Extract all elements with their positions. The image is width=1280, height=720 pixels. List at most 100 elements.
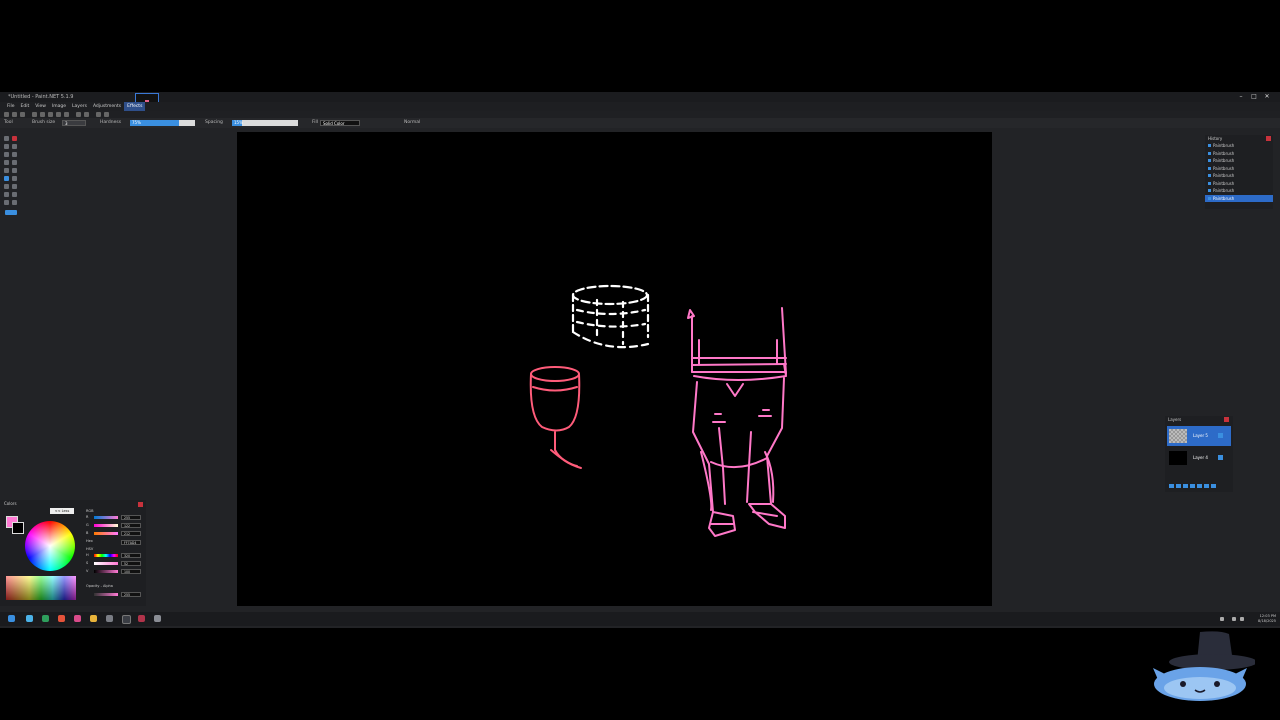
edge-icon[interactable] xyxy=(26,615,33,622)
cut-icon[interactable] xyxy=(32,112,37,117)
magic-wand-icon[interactable] xyxy=(4,160,9,165)
ellipse-select-icon[interactable] xyxy=(4,152,9,157)
paintdotnet-taskbar-icon[interactable] xyxy=(122,615,131,624)
menu-edit[interactable]: Edit xyxy=(18,102,33,111)
blue-slider[interactable] xyxy=(94,532,118,535)
hue-slider[interactable] xyxy=(94,554,118,557)
hue-value[interactable]: 320 xyxy=(121,553,141,558)
close-layers-icon[interactable] xyxy=(1224,417,1229,422)
grid-icon[interactable] xyxy=(96,112,101,117)
saturation-value[interactable]: 52 xyxy=(121,561,141,566)
shapes-icon[interactable] xyxy=(12,200,17,205)
chrome-icon[interactable] xyxy=(42,615,49,622)
green-slider[interactable] xyxy=(94,524,118,527)
history-item[interactable]: Paintbrush xyxy=(1205,142,1273,150)
layer-row[interactable]: Layer 4 xyxy=(1167,448,1231,468)
value-slider[interactable] xyxy=(94,570,118,573)
drawing-canvas[interactable] xyxy=(237,132,992,606)
history-item-selected[interactable]: Paintbrush xyxy=(1205,194,1273,202)
history-item[interactable]: Paintbrush xyxy=(1205,187,1273,195)
line-icon[interactable] xyxy=(4,200,9,205)
minimize-button[interactable]: – xyxy=(1238,94,1244,100)
spacing-slider[interactable]: 15% xyxy=(232,120,298,126)
layer-visibility-checkbox[interactable] xyxy=(1218,433,1223,438)
redo-icon[interactable] xyxy=(84,112,89,117)
ruler-icon[interactable] xyxy=(104,112,109,117)
paintbrush-icon[interactable] xyxy=(4,176,9,181)
color-palette[interactable] xyxy=(6,576,76,600)
text-icon[interactable] xyxy=(12,192,17,197)
red-value[interactable]: 255 xyxy=(121,515,141,520)
value-value[interactable]: 100 xyxy=(121,569,141,574)
red-slider[interactable] xyxy=(94,516,118,519)
open-icon[interactable] xyxy=(12,112,17,117)
history-item[interactable]: Paintbrush xyxy=(1205,165,1273,173)
blend-mode-dropdown[interactable]: Normal xyxy=(404,118,420,128)
app-icon[interactable] xyxy=(106,615,113,622)
saturation-slider[interactable] xyxy=(94,562,118,565)
fill-dropdown[interactable]: Solid Color xyxy=(320,120,360,126)
eraser-icon[interactable] xyxy=(12,176,17,181)
pan-icon[interactable] xyxy=(12,160,17,165)
close-history-icon[interactable] xyxy=(1266,136,1271,141)
app-icon[interactable] xyxy=(138,615,145,622)
close-colors-icon[interactable] xyxy=(138,502,143,507)
crop-icon[interactable] xyxy=(56,112,61,117)
color-picker-icon[interactable] xyxy=(5,210,17,215)
gradient-icon[interactable] xyxy=(12,168,17,173)
menu-view[interactable]: View xyxy=(32,102,49,111)
color-wheel[interactable] xyxy=(25,521,75,571)
new-icon[interactable] xyxy=(4,112,9,117)
move-selection-icon[interactable] xyxy=(4,136,9,141)
network-icon[interactable] xyxy=(1232,617,1236,621)
close-tools-icon[interactable] xyxy=(12,136,17,141)
zoom-icon[interactable] xyxy=(12,152,17,157)
menu-adjustments[interactable]: Adjustments xyxy=(90,102,124,111)
undo-icon[interactable] xyxy=(76,112,81,117)
alpha-slider[interactable] xyxy=(94,593,118,596)
secondary-color-swatch[interactable] xyxy=(12,522,24,534)
tray-chevron-icon[interactable] xyxy=(1220,617,1224,621)
volume-icon[interactable] xyxy=(1240,617,1244,621)
history-item[interactable]: Paintbrush xyxy=(1205,157,1273,165)
start-icon[interactable] xyxy=(8,615,15,622)
clone-stamp-icon[interactable] xyxy=(12,184,17,189)
recolor-icon[interactable] xyxy=(4,192,9,197)
paste-icon[interactable] xyxy=(48,112,53,117)
merge-layer-icon[interactable] xyxy=(1190,484,1195,488)
duplicate-layer-icon[interactable] xyxy=(1183,484,1188,488)
move-down-icon[interactable] xyxy=(1204,484,1209,488)
pencil-icon[interactable] xyxy=(4,184,9,189)
system-clock[interactable]: 12:03 PM 8/18/2025 xyxy=(1252,614,1276,623)
app-icon[interactable] xyxy=(154,615,161,622)
layer-properties-icon[interactable] xyxy=(1211,484,1216,488)
layer-visibility-checkbox[interactable] xyxy=(1218,455,1223,460)
history-item[interactable]: Paintbrush xyxy=(1205,172,1273,180)
add-layer-icon[interactable] xyxy=(1169,484,1174,488)
green-value[interactable]: 122 xyxy=(121,523,141,528)
blue-value[interactable]: 212 xyxy=(121,531,141,536)
app-icon[interactable] xyxy=(58,615,65,622)
hardness-slider[interactable]: 75% xyxy=(130,120,195,126)
brush-size-field[interactable]: 3 xyxy=(62,120,86,126)
menu-image[interactable]: Image xyxy=(49,102,69,111)
menu-file[interactable]: File xyxy=(4,102,18,111)
lasso-select-icon[interactable] xyxy=(12,144,17,149)
deselect-icon[interactable] xyxy=(64,112,69,117)
menu-effects[interactable]: Effects xyxy=(124,102,146,111)
layer-row[interactable]: Layer 5 xyxy=(1167,426,1231,446)
history-item[interactable]: Paintbrush xyxy=(1205,150,1273,158)
history-item[interactable]: Paintbrush xyxy=(1205,180,1273,188)
rectangle-select-icon[interactable] xyxy=(4,144,9,149)
hex-value[interactable]: FF7AD4 xyxy=(121,540,141,545)
alpha-value[interactable]: 255 xyxy=(121,592,141,597)
copy-icon[interactable] xyxy=(40,112,45,117)
delete-layer-icon[interactable] xyxy=(1176,484,1181,488)
less-button[interactable]: << Less xyxy=(50,508,74,514)
maximize-button[interactable]: □ xyxy=(1251,94,1257,100)
menu-layers[interactable]: Layers xyxy=(69,102,90,111)
folder-icon[interactable] xyxy=(90,615,97,622)
paint-bucket-icon[interactable] xyxy=(4,168,9,173)
close-window-button[interactable]: ✕ xyxy=(1264,94,1270,100)
move-up-icon[interactable] xyxy=(1197,484,1202,488)
